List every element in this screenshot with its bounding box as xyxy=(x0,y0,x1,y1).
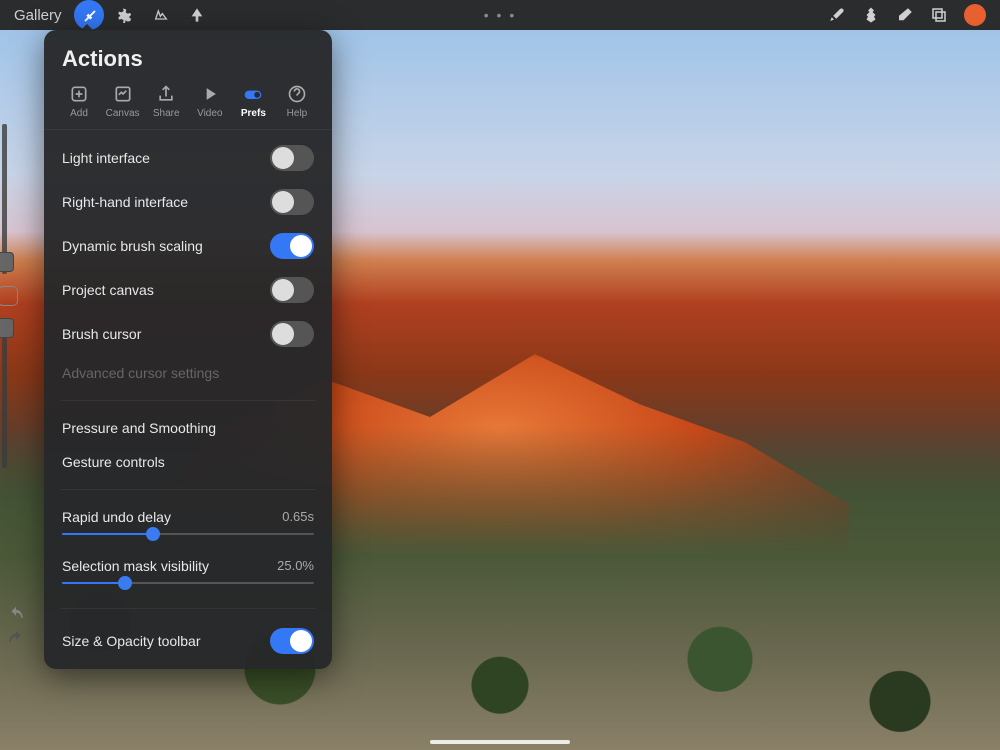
pref-rapid-undo[interactable]: Rapid undo delay 0.65s xyxy=(44,500,332,549)
color-swatch[interactable] xyxy=(964,4,986,26)
actions-tabs: Add Canvas Share Video Prefs Help xyxy=(44,84,332,130)
layers-icon[interactable] xyxy=(930,6,948,24)
selection-icon[interactable] xyxy=(146,0,176,30)
toggle-size-opacity[interactable] xyxy=(270,628,314,654)
redo-icon[interactable] xyxy=(6,630,26,648)
toggle-project-canvas[interactable] xyxy=(270,277,314,303)
rapid-undo-slider[interactable] xyxy=(62,533,314,535)
panel-title: Actions xyxy=(44,30,332,84)
pref-size-opacity-toolbar[interactable]: Size & Opacity toolbar xyxy=(44,619,332,663)
tab-prefs[interactable]: Prefs xyxy=(232,84,274,119)
selection-mask-value: 25.0% xyxy=(277,558,314,574)
tab-add[interactable]: Add xyxy=(58,84,100,119)
pref-light-interface[interactable]: Light interface xyxy=(44,136,332,180)
gallery-button[interactable]: Gallery xyxy=(8,3,68,28)
modify-button[interactable] xyxy=(0,286,18,306)
pref-pressure-smoothing[interactable]: Pressure and Smoothing xyxy=(44,411,332,445)
smudge-icon[interactable] xyxy=(862,6,880,24)
undo-icon[interactable] xyxy=(6,606,26,624)
eraser-icon[interactable] xyxy=(896,6,914,24)
size-opacity-sidebar xyxy=(0,120,16,472)
transform-icon[interactable] xyxy=(182,0,212,30)
top-toolbar: Gallery • • • xyxy=(0,0,1000,30)
toggle-right-hand[interactable] xyxy=(270,189,314,215)
tab-canvas[interactable]: Canvas xyxy=(102,84,144,119)
actions-panel: Actions Add Canvas Share Video Prefs Hel… xyxy=(44,30,332,669)
adjustments-icon[interactable] xyxy=(110,0,140,30)
overflow-button[interactable]: • • • xyxy=(484,7,516,23)
selection-mask-slider[interactable] xyxy=(62,582,314,584)
pref-brush-cursor[interactable]: Brush cursor xyxy=(44,312,332,356)
pref-dynamic-brush[interactable]: Dynamic brush scaling xyxy=(44,224,332,268)
pref-selection-mask[interactable]: Selection mask visibility 25.0% xyxy=(44,549,332,598)
pref-right-hand[interactable]: Right-hand interface xyxy=(44,180,332,224)
tab-video[interactable]: Video xyxy=(189,84,231,119)
tab-share[interactable]: Share xyxy=(145,84,187,119)
toggle-dynamic-brush[interactable] xyxy=(270,233,314,259)
pref-project-canvas[interactable]: Project canvas xyxy=(44,268,332,312)
brush-size-slider[interactable] xyxy=(2,124,7,274)
opacity-slider[interactable] xyxy=(2,318,7,468)
rapid-undo-value: 0.65s xyxy=(282,509,314,525)
toggle-light-interface[interactable] xyxy=(270,145,314,171)
pref-gesture-controls[interactable]: Gesture controls xyxy=(44,445,332,479)
tab-help[interactable]: Help xyxy=(276,84,318,119)
pref-advanced-cursor: Advanced cursor settings xyxy=(44,356,332,390)
toggle-brush-cursor[interactable] xyxy=(270,321,314,347)
brush-icon[interactable] xyxy=(828,6,846,24)
home-indicator[interactable] xyxy=(430,740,570,744)
